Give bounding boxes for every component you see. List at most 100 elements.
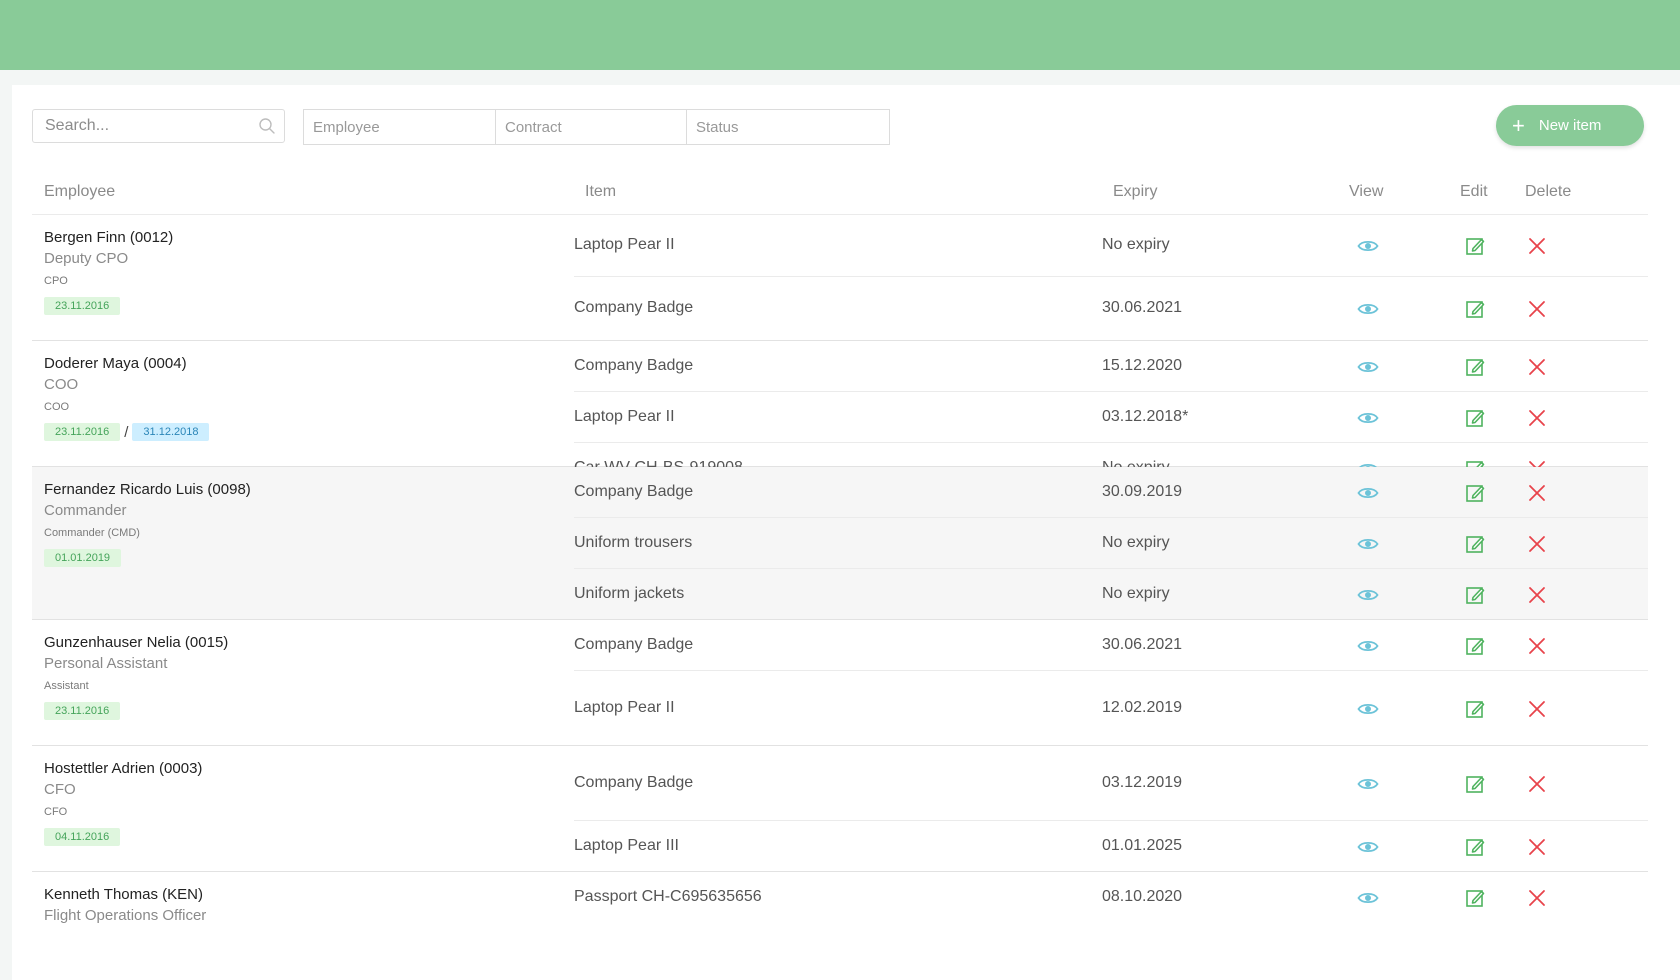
- close-icon[interactable]: [1525, 772, 1549, 796]
- item-expiry: 30.09.2019: [1102, 483, 1183, 500]
- edit-icon[interactable]: [1463, 835, 1487, 859]
- employee-name[interactable]: Hostettler Adrien (0003): [44, 760, 202, 777]
- close-icon[interactable]: [1525, 634, 1549, 658]
- search-icon[interactable]: [258, 117, 276, 135]
- eye-icon[interactable]: [1356, 835, 1380, 859]
- eye-icon[interactable]: [1356, 481, 1380, 505]
- eye-icon[interactable]: [1356, 234, 1380, 258]
- contract-filter-input[interactable]: [495, 110, 686, 144]
- eye-icon[interactable]: [1356, 297, 1380, 321]
- eye-icon[interactable]: [1356, 886, 1380, 910]
- filter-group: [303, 109, 890, 145]
- item-row: Passport CH-C695635656 08.10.2020: [574, 872, 1648, 924]
- item-name: Company Badge: [574, 357, 694, 374]
- top-bar: [0, 0, 1680, 70]
- edit-icon[interactable]: [1463, 772, 1487, 796]
- item-expiry: 03.12.2018*: [1102, 408, 1189, 425]
- eye-icon[interactable]: [1356, 772, 1380, 796]
- eye-icon[interactable]: [1356, 532, 1380, 556]
- item-name: Company Badge: [574, 299, 694, 316]
- close-icon[interactable]: [1525, 886, 1549, 910]
- edit-icon[interactable]: [1463, 634, 1487, 658]
- item-expiry: 30.06.2021: [1102, 299, 1183, 316]
- employee-role: COO: [44, 376, 79, 393]
- employee-name[interactable]: Kenneth Thomas (KEN): [44, 886, 206, 903]
- close-icon[interactable]: [1525, 234, 1549, 258]
- header-expiry[interactable]: Expiry: [1113, 183, 1157, 201]
- employee-role: CFO: [44, 781, 76, 798]
- item-name: Laptop Pear III: [574, 837, 679, 854]
- eye-icon[interactable]: [1356, 697, 1380, 721]
- employee-cell: Doderer Maya (0004) COO COO 23.11.2016/31.1…: [44, 355, 210, 441]
- close-icon[interactable]: [1525, 532, 1549, 556]
- employee-name[interactable]: Doderer Maya (0004): [44, 355, 209, 372]
- item-row: Laptop Pear II 03.12.2018*: [574, 392, 1648, 443]
- item-row: Company Badge 15.12.2020: [574, 341, 1648, 392]
- edit-icon[interactable]: [1463, 355, 1487, 379]
- end-date-badge: 31.12.2018: [132, 423, 210, 441]
- item-row: Company Badge 30.06.2021: [574, 620, 1648, 671]
- item-row: Laptop Pear III 01.01.2025: [574, 821, 1648, 872]
- employee-cell: Fernandez Ricardo Luis (0098) Commander Co…: [44, 481, 251, 567]
- new-item-label: New item: [1538, 117, 1602, 134]
- new-item-button[interactable]: + New item: [1496, 105, 1644, 146]
- contract-dates: 01.01.2019: [44, 549, 251, 567]
- employee-filter-input[interactable]: [304, 110, 495, 144]
- employee-cell: Gunzenhauser Nelia (0015) Personal Assist…: [44, 634, 228, 720]
- header-item[interactable]: Item: [585, 183, 616, 201]
- edit-icon[interactable]: [1463, 532, 1487, 556]
- close-icon[interactable]: [1525, 583, 1549, 607]
- search-input[interactable]: [33, 110, 248, 142]
- search-box: [32, 109, 285, 143]
- edit-icon[interactable]: [1463, 886, 1487, 910]
- employee-name[interactable]: Gunzenhauser Nelia (0015): [44, 634, 228, 651]
- employee-name[interactable]: Fernandez Ricardo Luis (0098): [44, 481, 251, 498]
- employee-group: Doderer Maya (0004) COO COO 23.11.2016/31.1…: [32, 341, 1648, 478]
- eye-icon[interactable]: [1356, 634, 1380, 658]
- employee-role: Personal Assistant: [44, 655, 168, 672]
- header-employee[interactable]: Employee: [44, 183, 115, 201]
- contract-dates: 23.11.2016: [44, 297, 173, 315]
- employee-group: Gunzenhauser Nelia (0015) Personal Assist…: [32, 620, 1648, 746]
- edit-icon[interactable]: [1463, 297, 1487, 321]
- close-icon[interactable]: [1525, 297, 1549, 321]
- close-icon[interactable]: [1525, 481, 1549, 505]
- edit-icon[interactable]: [1463, 406, 1487, 430]
- item-expiry: 03.12.2019: [1102, 774, 1183, 791]
- eye-icon[interactable]: [1356, 406, 1380, 430]
- start-date-badge: 23.11.2016: [44, 423, 121, 441]
- employee-group: Hostettler Adrien (0003) CFO CFO 04.11.2016…: [32, 746, 1648, 872]
- close-icon[interactable]: [1525, 406, 1549, 430]
- item-row: Uniform trousers No expiry: [574, 518, 1648, 569]
- contract-dates: 04.11.2016: [44, 828, 202, 846]
- employee-department: CFO: [44, 806, 68, 818]
- plus-icon: +: [1512, 112, 1525, 138]
- edit-icon[interactable]: [1463, 583, 1487, 607]
- item-name: Uniform jackets: [574, 585, 685, 602]
- item-row: Company Badge 30.09.2019: [574, 467, 1648, 518]
- start-date-badge: 04.11.2016: [44, 828, 121, 846]
- edit-icon[interactable]: [1463, 697, 1487, 721]
- employee-role: Flight Operations Officer: [44, 907, 207, 924]
- item-expiry: No expiry: [1102, 534, 1170, 551]
- item-expiry: No expiry: [1102, 236, 1170, 253]
- item-row: Company Badge 30.06.2021: [574, 277, 1648, 341]
- close-icon[interactable]: [1525, 697, 1549, 721]
- close-icon[interactable]: [1525, 835, 1549, 859]
- content-card: + New item Employee Item Expiry View Edi…: [12, 85, 1680, 980]
- item-row: Company Badge 03.12.2019: [574, 746, 1648, 821]
- item-name: Laptop Pear II: [574, 408, 675, 425]
- item-name: Uniform trousers: [574, 534, 693, 551]
- close-icon[interactable]: [1525, 355, 1549, 379]
- edit-icon[interactable]: [1463, 481, 1487, 505]
- eye-icon[interactable]: [1356, 583, 1380, 607]
- edit-icon[interactable]: [1463, 234, 1487, 258]
- eye-icon[interactable]: [1356, 355, 1380, 379]
- item-name: Laptop Pear II: [574, 236, 675, 253]
- employee-name[interactable]: Bergen Finn (0012): [44, 229, 173, 246]
- item-name: Company Badge: [574, 636, 694, 653]
- employee-department: COO: [44, 401, 70, 413]
- status-filter-input[interactable]: [686, 110, 879, 144]
- employee-cell: Kenneth Thomas (KEN) Flight Operations Of…: [44, 886, 206, 924]
- item-name: Laptop Pear II: [574, 699, 675, 716]
